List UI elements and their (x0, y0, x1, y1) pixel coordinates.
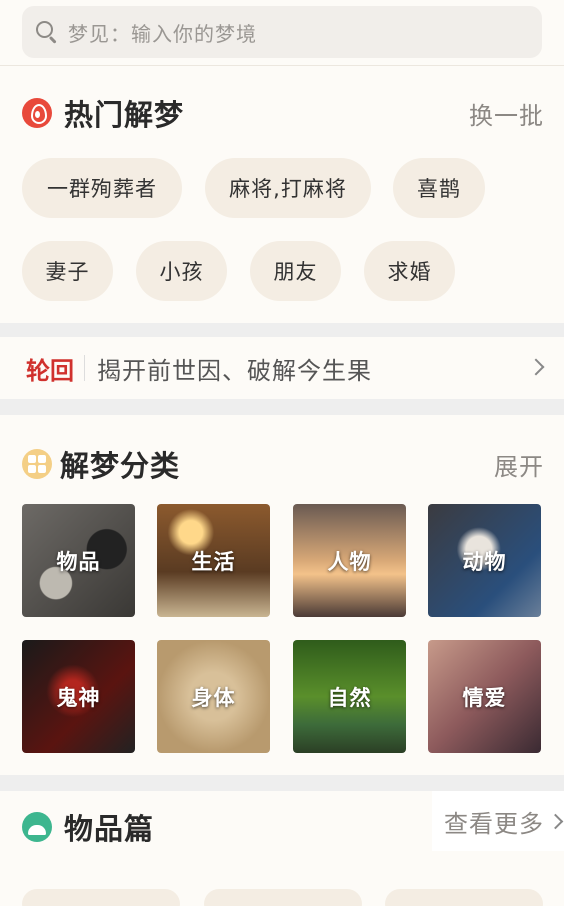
search-placeholder: 梦见：输入你的梦境 (68, 21, 257, 46)
categories-title: 解梦分类 (60, 449, 181, 483)
items-section: 物品篇 查看更多 (0, 791, 564, 906)
category-label: 自然 (327, 685, 372, 710)
cloud-icon (22, 812, 52, 842)
expand-button[interactable]: 展开 (494, 447, 544, 482)
categories-header: 解梦分类 展开 (22, 443, 544, 485)
hot-dreams-title: 热门解梦 (64, 98, 185, 132)
section-divider (0, 775, 564, 791)
category-tile-life[interactable]: 生活 (157, 504, 270, 617)
chevron-right-icon (547, 813, 564, 829)
hot-dreams-section: 热门解梦 换一批 一群殉葬者 麻将,打麻将 喜鹊 妻子 小孩 朋友 求婚 (0, 66, 564, 323)
hot-tag[interactable]: 朋友 (250, 241, 341, 301)
item-tag-peek[interactable] (204, 889, 362, 906)
category-tile-ghosts[interactable]: 鬼神 (22, 640, 135, 753)
chevron-right-icon (527, 358, 545, 376)
hot-tag[interactable]: 喜鹊 (393, 158, 485, 218)
category-label: 生活 (191, 549, 236, 574)
divider (84, 355, 85, 381)
category-tile-items[interactable]: 物品 (22, 504, 135, 617)
search-icon (34, 19, 60, 45)
category-label: 身体 (191, 685, 236, 710)
section-divider (0, 399, 564, 415)
search-input[interactable]: 梦见：输入你的梦境 (22, 6, 542, 58)
category-tile-love[interactable]: 情爱 (428, 640, 541, 753)
reincarnation-banner[interactable]: 轮回 揭开前世因、破解今生果 (0, 337, 564, 399)
category-tile-nature[interactable]: 自然 (293, 640, 406, 753)
category-tile-animals[interactable]: 动物 (428, 504, 541, 617)
category-label: 情爱 (462, 685, 507, 710)
search-bar: 梦见：输入你的梦境 (0, 0, 564, 66)
hot-tag[interactable]: 麻将,打麻将 (205, 158, 371, 218)
hot-tag[interactable]: 小孩 (136, 241, 227, 301)
fire-icon (22, 98, 52, 128)
hot-tag[interactable]: 一群殉葬者 (22, 158, 182, 218)
item-tag-peek[interactable] (22, 889, 180, 906)
hot-tag[interactable]: 求婚 (364, 241, 455, 301)
category-tile-people[interactable]: 人物 (293, 504, 406, 617)
section-divider (0, 323, 564, 337)
category-tile-body[interactable]: 身体 (157, 640, 270, 753)
category-label: 动物 (462, 549, 507, 574)
dream-categories-section: 解梦分类 展开 物品 生活 人物 动物 鬼神 身体 自然 情爱 (0, 415, 564, 775)
reincarnation-label: 轮回 (26, 356, 74, 385)
category-label: 鬼神 (56, 685, 101, 710)
category-label: 物品 (56, 549, 101, 574)
items-title: 物品篇 (64, 812, 155, 846)
refresh-batch-button[interactable]: 换一批 (469, 96, 544, 131)
hot-tag[interactable]: 妻子 (22, 241, 113, 301)
grid-icon (22, 449, 52, 479)
category-label: 人物 (327, 549, 372, 574)
view-more-label: 查看更多 (444, 809, 544, 838)
view-more-button[interactable]: 查看更多 (432, 791, 564, 851)
hot-dreams-header: 热门解梦 换一批 (22, 92, 544, 134)
reincarnation-text: 揭开前世因、破解今生果 (97, 356, 372, 385)
item-tag-peek[interactable] (385, 889, 543, 906)
